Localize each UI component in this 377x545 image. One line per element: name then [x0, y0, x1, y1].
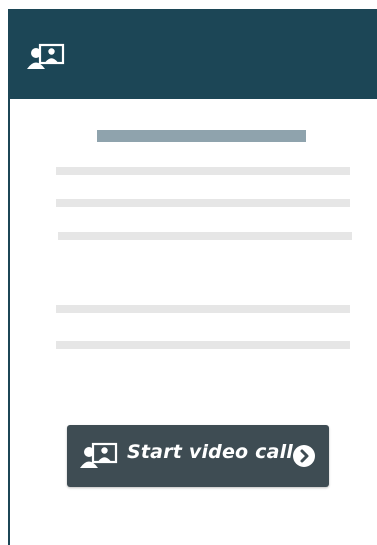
- skeleton-title: [97, 130, 306, 142]
- skeleton-line: [58, 232, 352, 240]
- chevron-right-circle-icon: [293, 445, 315, 467]
- panel-border: [8, 99, 10, 545]
- start-video-call-button[interactable]: Start video call: [67, 425, 329, 487]
- skeleton-line: [56, 341, 350, 349]
- skeleton-line: [56, 199, 350, 207]
- skeleton-line: [56, 305, 350, 313]
- start-video-call-label: Start video call: [127, 441, 294, 463]
- header-bar: [8, 9, 377, 99]
- video-call-icon: [80, 442, 118, 468]
- skeleton-line: [56, 167, 350, 175]
- app-window: Start video call: [0, 0, 377, 545]
- video-call-icon: [27, 43, 65, 69]
